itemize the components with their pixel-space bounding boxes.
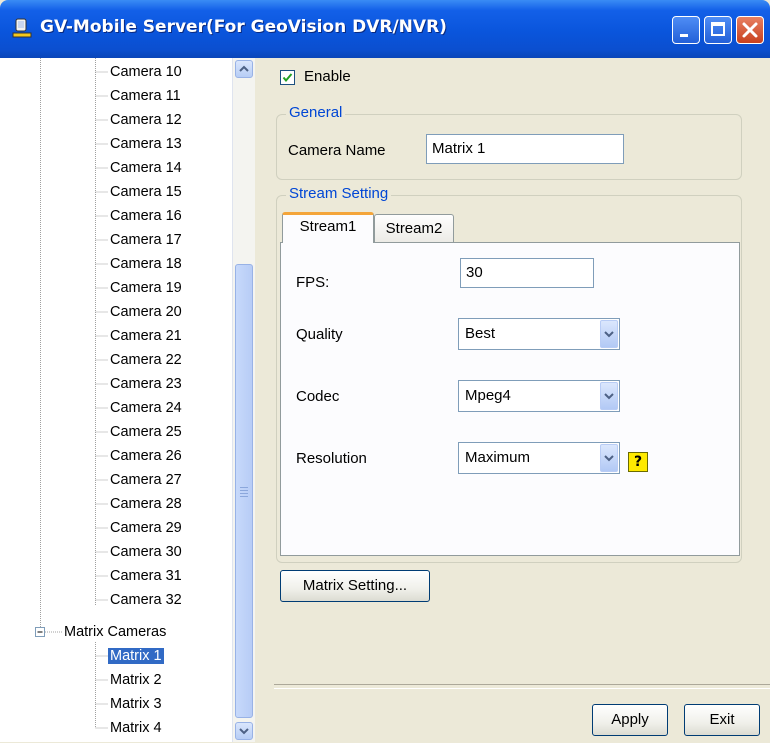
resolution-label: Resolution	[296, 450, 367, 467]
camera-tree[interactable]: Camera 10 Camera 11 Camera 12 Camera 13 …	[0, 58, 233, 742]
chevron-down-icon	[604, 455, 614, 462]
tree-item-matrix[interactable]: Matrix 2	[110, 670, 162, 690]
quality-label: Quality	[296, 326, 343, 343]
tab-stream1[interactable]: Stream1	[282, 212, 374, 243]
tree-group-matrix-cameras[interactable]: Matrix Cameras	[64, 622, 166, 642]
codec-select[interactable]: Mpeg4	[458, 380, 620, 412]
enable-label[interactable]: Enable	[304, 68, 351, 85]
tree-item-camera[interactable]: Camera 22	[110, 350, 182, 370]
quality-value: Best	[465, 325, 496, 342]
tree-item-camera[interactable]: Camera 24	[110, 398, 182, 418]
tree-item-camera[interactable]: Camera 28	[110, 494, 182, 514]
tree-item-camera[interactable]: Camera 10	[110, 62, 182, 82]
fps-label: FPS:	[296, 274, 330, 291]
tree-item-camera[interactable]: Camera 30	[110, 542, 182, 562]
tree-item-camera[interactable]: Camera 26	[110, 446, 182, 466]
scroll-thumb[interactable]	[235, 264, 253, 718]
tree-item-camera[interactable]: Camera 18	[110, 254, 182, 274]
grip-line	[240, 496, 248, 497]
tree-item-camera[interactable]: Camera 21	[110, 326, 182, 346]
dropdown-button[interactable]	[600, 382, 618, 410]
window-title: GV-Mobile Server(For GeoVision DVR/NVR)	[40, 17, 447, 37]
minimize-button[interactable]	[672, 16, 700, 44]
resolution-select[interactable]: Maximum	[458, 442, 620, 474]
tree-item-camera[interactable]: Camera 29	[110, 518, 182, 538]
stream-setting-legend: Stream Setting	[286, 185, 392, 203]
chevron-down-icon	[604, 393, 614, 400]
tree-item-camera[interactable]: Camera 27	[110, 470, 182, 490]
grip-line	[240, 493, 248, 494]
chevron-down-icon	[604, 331, 614, 338]
scroll-up-button[interactable]	[235, 60, 253, 78]
tree-item-camera[interactable]: Camera 17	[110, 230, 182, 250]
collapse-icon[interactable]	[35, 627, 46, 638]
tree-item-camera[interactable]: Camera 14	[110, 158, 182, 178]
tree-item-camera[interactable]: Camera 12	[110, 110, 182, 130]
tree-item-camera[interactable]: Camera 20	[110, 302, 182, 322]
maximize-icon	[711, 22, 725, 36]
dropdown-button[interactable]	[600, 444, 618, 472]
chevron-up-icon	[239, 65, 249, 72]
exit-button[interactable]: Exit	[684, 704, 760, 736]
close-button[interactable]	[736, 16, 764, 44]
tree-item-matrix[interactable]: Matrix 4	[110, 718, 162, 738]
camera-name-field[interactable]: Matrix 1	[426, 134, 624, 164]
separator	[274, 684, 770, 689]
tree-item-camera[interactable]: Camera 11	[110, 86, 181, 106]
tree-item-camera[interactable]: Camera 23	[110, 374, 182, 394]
tree-item-camera[interactable]: Camera 25	[110, 422, 182, 442]
tree-item-camera[interactable]: Camera 32	[110, 590, 182, 610]
checkmark-icon	[282, 73, 293, 83]
chevron-down-icon	[239, 728, 249, 735]
close-icon	[742, 22, 758, 38]
tree-item-matrix[interactable]: Matrix 1	[108, 646, 164, 666]
tree-scrollbar[interactable]	[232, 58, 255, 742]
fps-field[interactable]: 30	[460, 258, 594, 288]
apply-button[interactable]: Apply	[592, 704, 668, 736]
help-icon[interactable]: ?	[628, 452, 648, 472]
scroll-down-button[interactable]	[235, 722, 253, 740]
settings-panel: Enable General Camera Name Matrix 1 Stre…	[256, 58, 770, 742]
camera-name-label: Camera Name	[288, 142, 386, 159]
dropdown-button[interactable]	[600, 320, 618, 348]
tab-stream2[interactable]: Stream2	[374, 214, 454, 242]
tree-item-matrix[interactable]: Matrix 3	[110, 694, 162, 714]
quality-select[interactable]: Best	[458, 318, 620, 350]
maximize-button[interactable]	[704, 16, 732, 44]
tree-item-camera[interactable]: Camera 13	[110, 134, 182, 154]
tree-item-camera[interactable]: Camera 15	[110, 182, 182, 202]
resolution-value: Maximum	[465, 449, 531, 466]
minimize-icon	[680, 34, 688, 37]
enable-checkbox[interactable]	[280, 70, 295, 85]
tree-item-camera[interactable]: Camera 19	[110, 278, 182, 298]
codec-label: Codec	[296, 388, 340, 405]
codec-value: Mpeg4	[465, 387, 511, 404]
tree-item-camera[interactable]: Camera 16	[110, 206, 182, 226]
grip-line	[240, 490, 248, 491]
tree-item-label-selected: Matrix 1	[108, 648, 164, 664]
grip-line	[240, 487, 248, 488]
app-icon	[12, 18, 32, 38]
tree-item-camera[interactable]: Camera 31	[110, 566, 182, 586]
client-area: Camera 10 Camera 11 Camera 12 Camera 13 …	[0, 58, 770, 742]
matrix-setting-button[interactable]: Matrix Setting...	[280, 570, 430, 602]
title-bar: GV-Mobile Server(For GeoVision DVR/NVR)	[0, 0, 770, 58]
general-legend: General	[286, 104, 346, 122]
